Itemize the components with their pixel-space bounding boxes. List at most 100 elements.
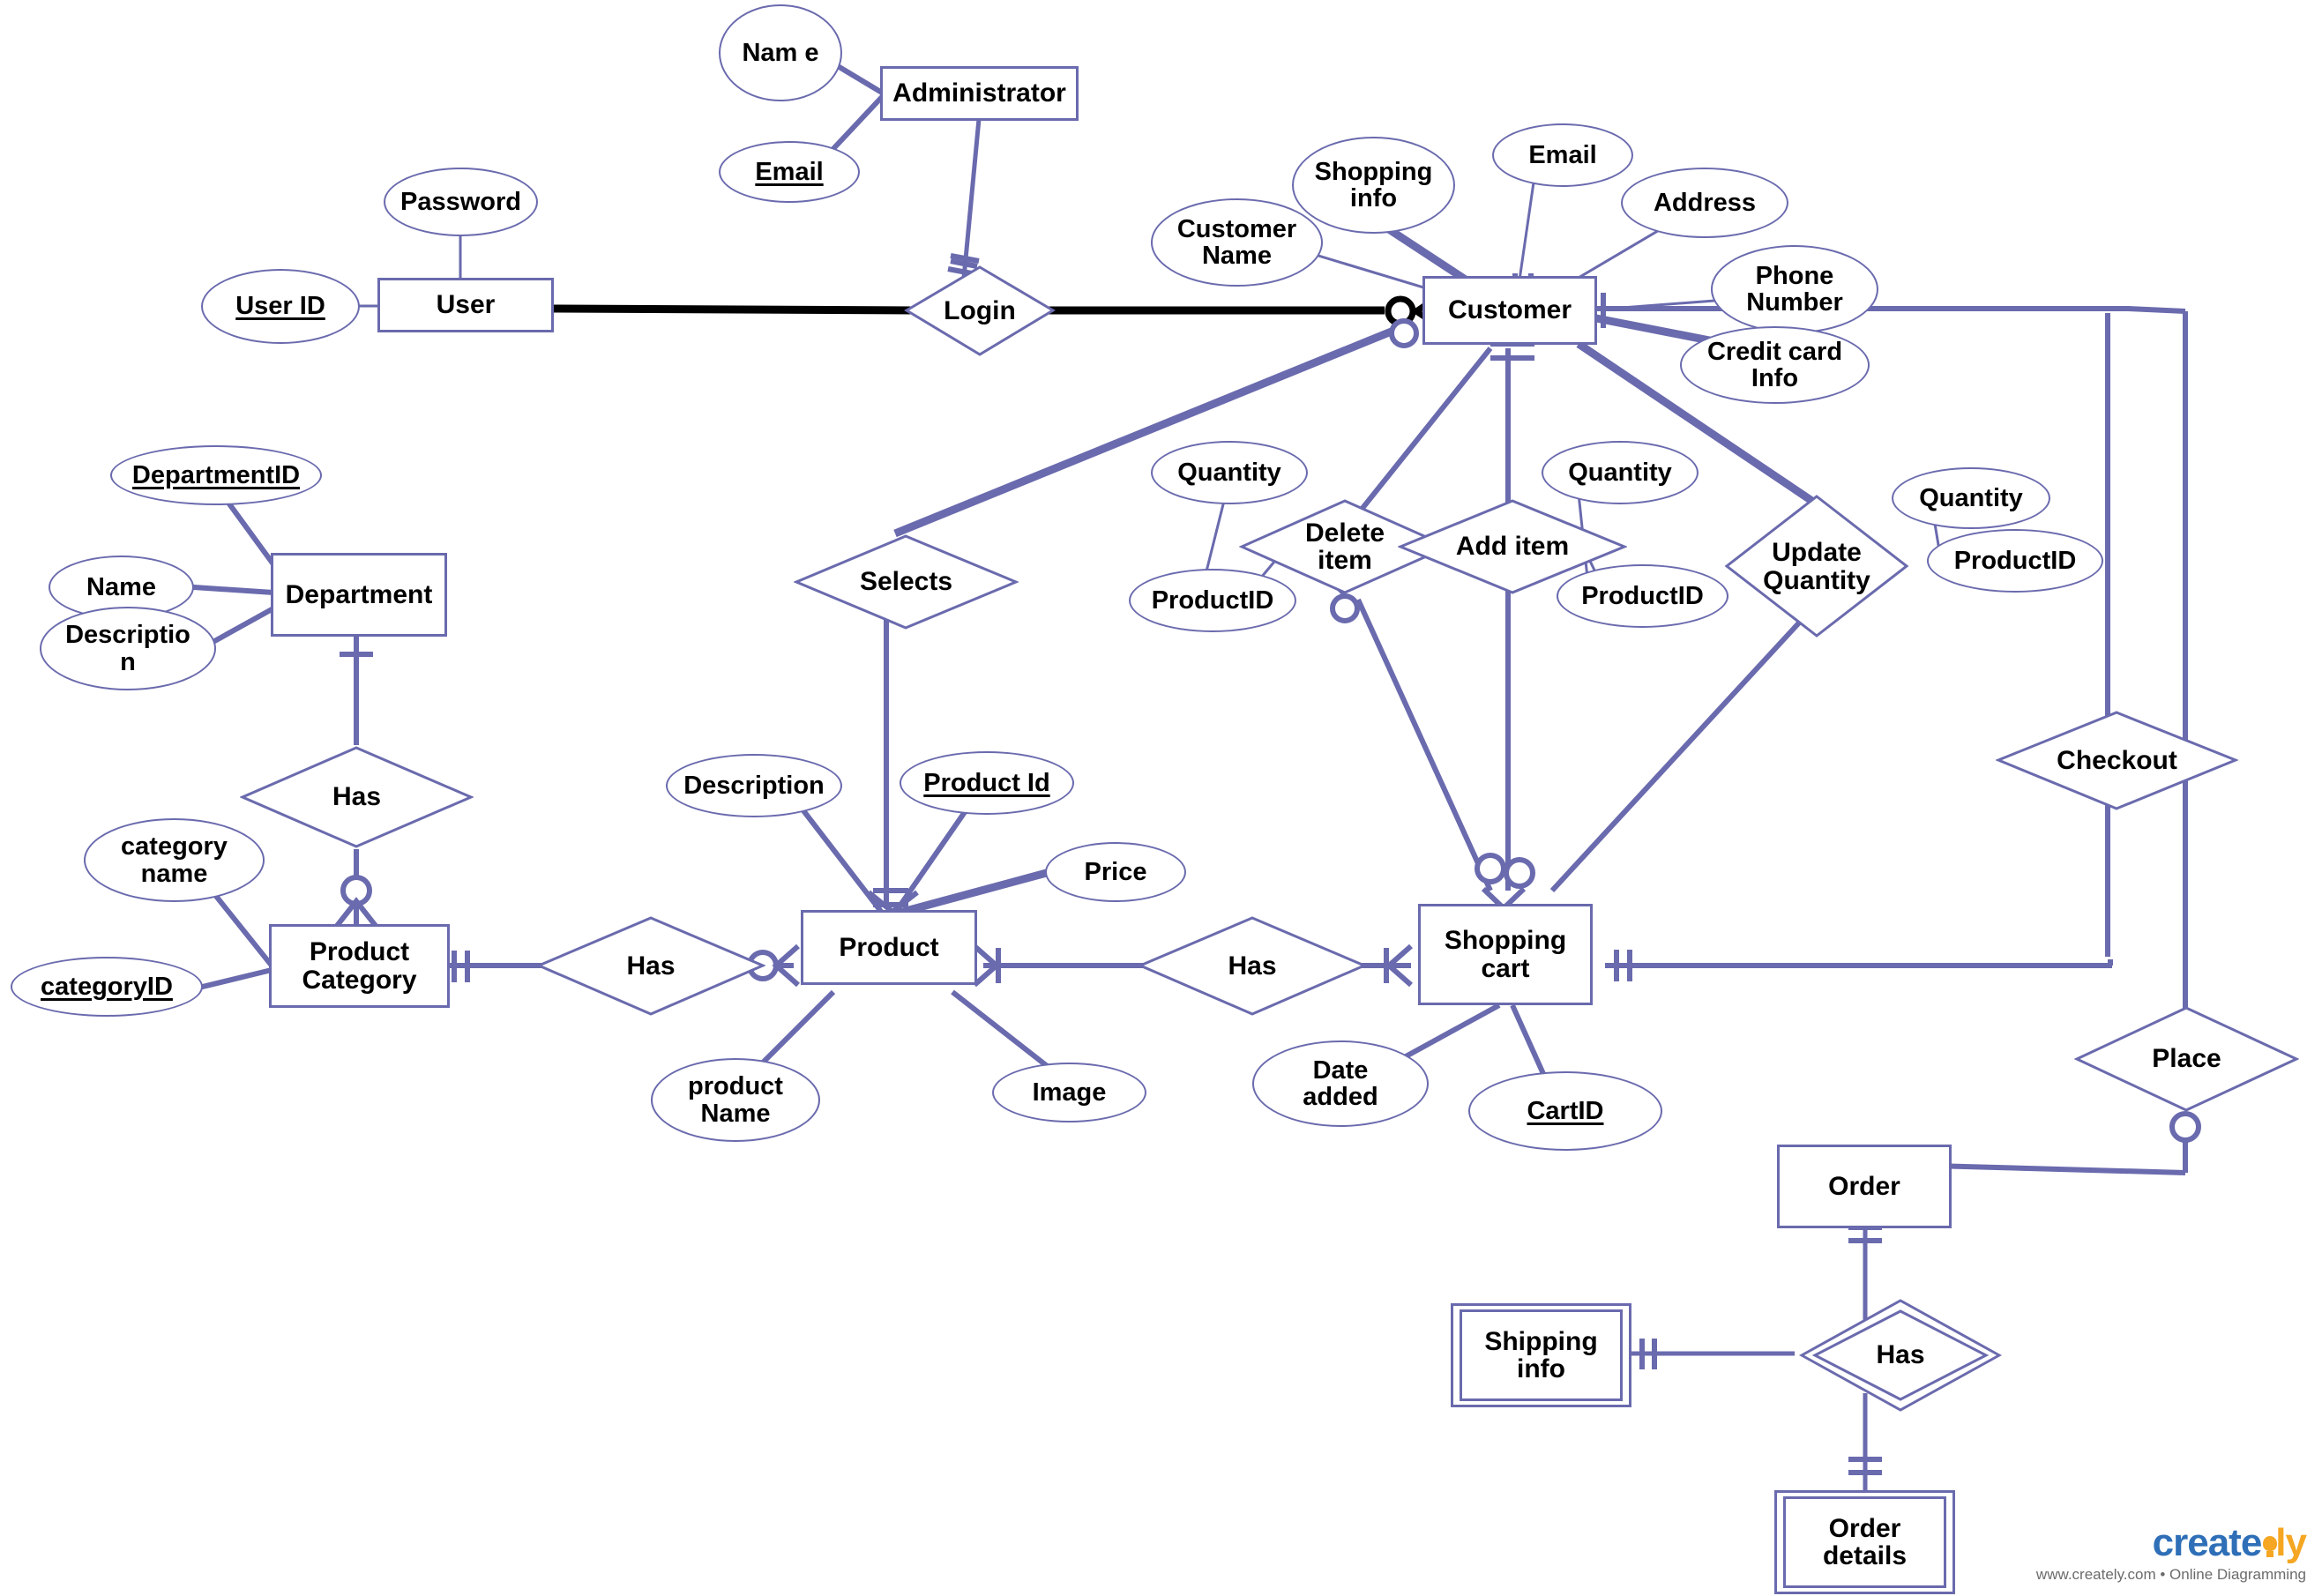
entity-shipping-info[interactable]: Shipping info	[1451, 1303, 1631, 1407]
relationship-login[interactable]: Login	[904, 265, 1056, 357]
entity-shopping-cart[interactable]: Shopping cart	[1418, 904, 1593, 1005]
attribute-label: Credit card Info	[1706, 337, 1843, 392]
link-dept-name	[180, 584, 274, 595]
attribute-customer-email[interactable]: Email	[1492, 123, 1633, 187]
attribute-administrator-email[interactable]: Email	[719, 141, 860, 203]
attribute-department-id[interactable]: DepartmentID	[110, 445, 322, 505]
attribute-product-description[interactable]: Description	[666, 754, 842, 817]
relationship-label: Add item	[1455, 532, 1570, 562]
weak-entity-inner-border: Shipping info	[1460, 1309, 1623, 1401]
entity-department[interactable]: Department	[271, 553, 447, 637]
attribute-label: Address	[1653, 188, 1757, 217]
attribute-category-id[interactable]: categoryID	[11, 957, 203, 1017]
attribute-label: Name	[86, 572, 156, 601]
entity-product-category[interactable]: Product Category	[269, 924, 450, 1008]
entity-label: Product Category	[302, 937, 417, 995]
entity-label: Order	[1828, 1171, 1900, 1201]
attribute-label: Image	[1032, 1078, 1107, 1107]
attribute-product-image[interactable]: Image	[992, 1063, 1146, 1122]
attribute-label: ProductID	[1953, 546, 2077, 575]
attribute-label: Date added	[1303, 1055, 1378, 1111]
entity-order-details[interactable]: Order details	[1774, 1490, 1955, 1594]
logo-word-accent: ly	[2275, 1521, 2307, 1564]
er-diagram-canvas: Nam e Email Administrator Password User …	[0, 0, 2322, 1596]
entity-order[interactable]: Order	[1777, 1145, 1952, 1228]
creately-logo-text: create ly	[2036, 1521, 2307, 1564]
attribute-label: Price	[1084, 857, 1147, 886]
link-prod-image	[951, 989, 1056, 1074]
attribute-add-item-quantity[interactable]: Quantity	[1542, 441, 1699, 504]
attribute-administrator-name[interactable]: Nam e	[719, 4, 842, 101]
entity-user[interactable]: User	[377, 278, 554, 332]
link-cat-name	[209, 889, 274, 967]
relationship-label: Update Quantity	[1763, 538, 1870, 595]
attribute-product-id[interactable]: Product Id	[900, 751, 1074, 815]
attribute-cart-id[interactable]: CartID	[1468, 1071, 1662, 1151]
link-admin-login	[961, 118, 982, 279]
attribute-customer-phone-number[interactable]: Phone Number	[1711, 245, 1878, 333]
attribute-label: Quantity	[1568, 458, 1672, 487]
relationship-label: Has	[1228, 951, 1277, 981]
relationship-label: Place	[2152, 1044, 2221, 1074]
entity-label: Department	[285, 579, 433, 609]
cardinality-marks	[334, 253, 2201, 1475]
relationship-selects[interactable]: Selects	[794, 533, 1019, 630]
attribute-update-quantity-productid[interactable]: ProductID	[1927, 529, 2103, 593]
weak-entity-inner-border: Order details	[1783, 1496, 1946, 1588]
attribute-label: Phone Number	[1746, 261, 1843, 317]
attribute-update-quantity-quantity[interactable]: Quantity	[1892, 467, 2050, 529]
attribute-cart-date-added[interactable]: Date added	[1252, 1040, 1429, 1127]
attribute-label: Shopping info	[1314, 157, 1433, 213]
attribute-label: Email	[755, 157, 824, 186]
attribute-delete-item-quantity[interactable]: Quantity	[1151, 441, 1308, 504]
attribute-customer-name[interactable]: Customer Name	[1151, 198, 1323, 287]
attribute-user-password[interactable]: Password	[384, 168, 538, 236]
relationship-update-quantity[interactable]: Update Quantity	[1724, 494, 1909, 639]
entity-label: Order details	[1822, 1513, 1908, 1570]
relationship-place[interactable]: Place	[2074, 1005, 2299, 1113]
attribute-user-id[interactable]: User ID	[201, 269, 360, 344]
attribute-label: Nam e	[742, 38, 819, 67]
attribute-label: category name	[121, 832, 228, 888]
attribute-label: Password	[400, 187, 521, 216]
relationship-label: Selects	[859, 567, 953, 597]
relationship-add-item[interactable]: Add item	[1398, 498, 1627, 595]
relationship-label: Has	[626, 951, 676, 981]
relationship-checkout[interactable]: Checkout	[1996, 710, 2238, 811]
attribute-customer-address[interactable]: Address	[1621, 168, 1788, 238]
attribute-label: Description	[683, 771, 825, 800]
attribute-label: categoryID	[41, 972, 173, 1001]
relationship-has-category-product[interactable]: Has	[536, 915, 765, 1017]
attribute-label: Customer Name	[1176, 214, 1297, 270]
attribute-label: product Name	[688, 1072, 783, 1128]
relationship-label: Has	[332, 782, 382, 812]
entity-product[interactable]: Product	[801, 910, 977, 985]
relationship-has-department-category[interactable]: Has	[240, 745, 474, 849]
relationship-label: Has	[1876, 1340, 1925, 1370]
link-delete-cart	[1355, 598, 1493, 892]
attribute-product-name[interactable]: product Name	[651, 1058, 820, 1142]
attribute-label: Descriptio n	[65, 621, 190, 676]
attribute-category-name[interactable]: category name	[84, 818, 265, 902]
entity-label: Customer	[1447, 295, 1572, 325]
entity-administrator[interactable]: Administrator	[880, 66, 1079, 121]
attribute-label: User ID	[235, 292, 325, 321]
attribute-department-description[interactable]: Descriptio n	[40, 607, 216, 690]
link-admin-name	[836, 63, 884, 95]
lightbulb-icon	[2261, 1536, 2279, 1559]
attribute-product-price[interactable]: Price	[1045, 842, 1186, 902]
relationship-has-product-cart[interactable]: Has	[1138, 915, 1367, 1017]
link-customer-right2	[2126, 306, 2186, 314]
attribute-customer-shopping-info[interactable]: Shopping info	[1292, 137, 1455, 234]
logo-word-secondary: e	[2240, 1521, 2263, 1564]
entity-label: User	[436, 290, 496, 320]
relationship-label: Checkout	[2057, 745, 2177, 775]
creately-watermark: create ly www.creately.com • Online Diagr…	[2035, 1521, 2307, 1584]
entity-label: Product	[839, 932, 939, 962]
entity-label: Shopping cart	[1444, 926, 1567, 983]
watermark-tagline: www.creately.com • Online Diagramming	[2035, 1566, 2306, 1583]
attribute-label: DepartmentID	[131, 460, 301, 489]
entity-customer[interactable]: Customer	[1422, 276, 1597, 345]
attribute-customer-credit-card-info[interactable]: Credit card Info	[1680, 326, 1870, 404]
relationship-has-order-details[interactable]: Has	[1799, 1298, 2002, 1413]
